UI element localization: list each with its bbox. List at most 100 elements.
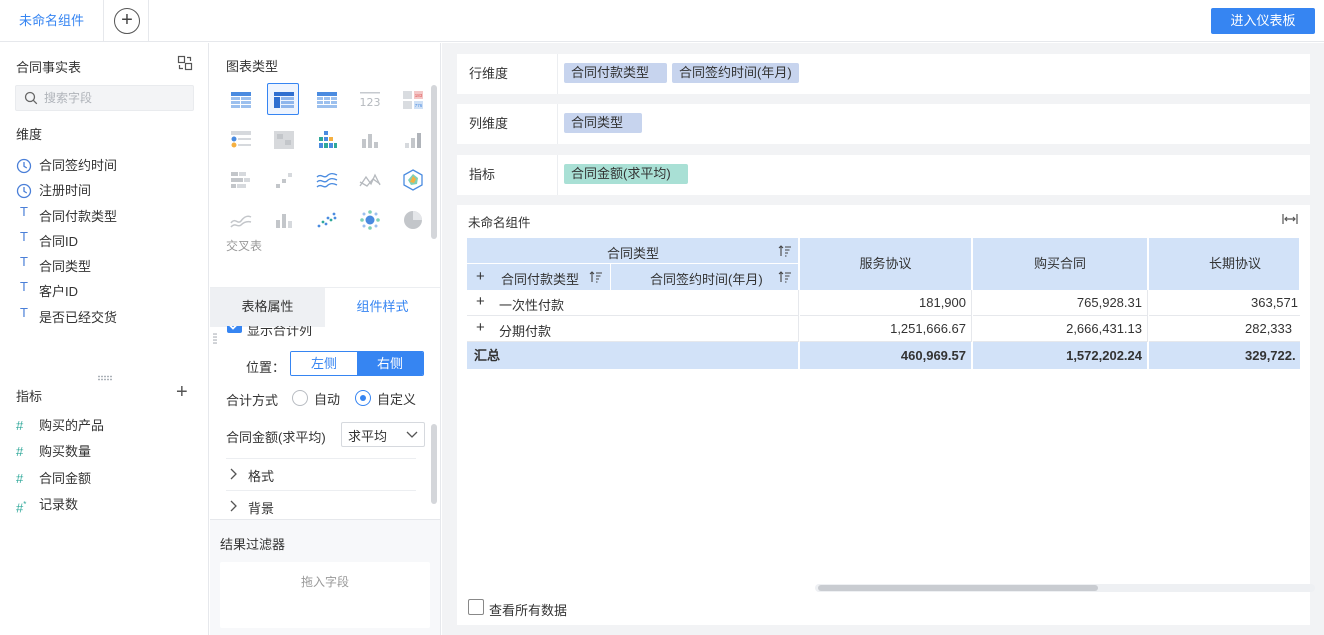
result-filter-area: 结果过滤器 拖入字段 [210, 519, 440, 635]
bubble-chart-icon[interactable] [353, 203, 385, 235]
expand-width-icon[interactable] [1282, 213, 1298, 225]
row-dimension-bar: 行维度 合同付款类型 合同签约时间(年月) [457, 54, 1310, 94]
metric-label: 购买数量 [39, 444, 92, 460]
calc-custom-radio[interactable] [355, 390, 371, 406]
dimension-item[interactable]: T 合同ID [16, 229, 201, 254]
dimension-item[interactable]: T 合同付款类型 [16, 204, 201, 229]
column-dimension-pill[interactable]: 合同类型 [564, 113, 642, 133]
column-chart-icon[interactable] [267, 203, 299, 235]
metric-item[interactable]: # 购买的产品 [16, 413, 201, 439]
table-cell: 765,928.31 [973, 290, 1148, 316]
table-cell: 181,900 [800, 290, 972, 316]
enter-dashboard-button[interactable]: 进入仪表板 [1211, 8, 1315, 34]
record-count-icon: #* [16, 499, 27, 516]
calc-auto-radio[interactable] [292, 390, 308, 406]
add-tab-button[interactable]: + [114, 8, 140, 34]
metric-pill[interactable]: 合同金额(求平均) [564, 164, 688, 184]
background-section[interactable]: 背景 [226, 490, 416, 519]
radar-chart-icon[interactable] [396, 163, 428, 195]
search-input[interactable] [44, 89, 189, 107]
dimension-item[interactable]: 注册时间 [16, 178, 201, 203]
table-horizontal-scrollbar[interactable] [815, 584, 1315, 592]
sort-icon[interactable] [589, 270, 603, 284]
show-total-column-checkbox[interactable] [227, 326, 242, 333]
colored-kpi-icon[interactable]: 183 776 [396, 83, 428, 115]
see-all-data-checkbox[interactable] [468, 599, 484, 615]
svg-text:123: 123 [360, 96, 381, 109]
dimension-item[interactable]: 合同签约时间 [16, 153, 201, 178]
row-header-payment-type[interactable]: + 合同付款类型 [467, 264, 611, 290]
resize-handle-icon[interactable] [97, 375, 113, 381]
cross-table: 合同类型 + 合同付款类型 合同签约时间(年月) 服务协议 购买合同 长期协议 … [467, 238, 1300, 371]
tab-component-style[interactable]: 组件样式 [325, 288, 440, 327]
tab-table-attributes[interactable]: 表格属性 [210, 288, 325, 327]
position-left-button[interactable]: 左侧 [291, 352, 357, 375]
chart-type-title: 图表类型 [226, 59, 279, 74]
bar-chart-icon[interactable] [353, 123, 385, 155]
column-dimension-header[interactable]: 合同类型 [467, 238, 799, 264]
total-cell: 460,969.57 [800, 342, 972, 369]
tab-unnamed-component[interactable]: 未命名组件 [0, 0, 104, 42]
table-row-header[interactable]: + 一次性付款 [467, 290, 799, 316]
row-header-sign-month[interactable]: 合同签约时间(年月) [611, 264, 799, 290]
scatter-bar-icon[interactable] [267, 163, 299, 195]
scatter-plot-icon[interactable] [310, 203, 342, 235]
clock-icon [16, 158, 32, 174]
dimension-section-title: 维度 [16, 127, 43, 142]
heatmap-icon[interactable] [267, 123, 299, 155]
metric-label: 记录数 [39, 496, 79, 512]
detail-table-icon[interactable] [224, 83, 256, 115]
dimension-label: 合同付款类型 [39, 208, 118, 224]
pie-chart-icon[interactable] [396, 203, 428, 235]
amount-calc-select[interactable]: 求平均 [341, 422, 425, 447]
dot-matrix-icon[interactable] [224, 123, 256, 155]
expand-row-button[interactable]: + [476, 319, 485, 336]
expand-all-button[interactable]: + [476, 268, 485, 285]
tab-divider [148, 0, 149, 42]
area-line-icon[interactable] [310, 163, 342, 195]
metric-label: 购买的产品 [39, 418, 105, 433]
gradient-bar-icon[interactable] [396, 123, 428, 155]
stream-chart-icon[interactable] [224, 203, 256, 235]
format-section[interactable]: 格式 [226, 458, 416, 488]
table-cell: 363,571 [1149, 290, 1300, 316]
table-row-header[interactable]: + 分期付款 [467, 316, 799, 342]
cross-table-icon[interactable] [267, 83, 299, 115]
row-dimension-label: 行维度 [469, 66, 509, 81]
metric-item[interactable]: # 购买数量 [16, 439, 201, 465]
metric-section-title: 指标 [16, 389, 43, 404]
style-properties-scrollbar[interactable] [431, 424, 437, 504]
stacked-bar-icon[interactable] [224, 163, 256, 195]
sort-icon[interactable] [778, 244, 792, 258]
dimension-item[interactable]: T 是否已经交货 [16, 305, 201, 330]
grouped-table-icon[interactable] [310, 83, 342, 115]
position-label: 位置： [246, 360, 286, 375]
expand-row-button[interactable]: + [476, 293, 485, 310]
filter-drop-zone[interactable]: 拖入字段 [220, 562, 430, 628]
dimension-item[interactable]: T 客户ID [16, 279, 201, 304]
scrollbar-thumb[interactable] [818, 585, 1098, 591]
table-cell: 1,251,666.67 [800, 316, 972, 342]
dimension-label: 是否已经交货 [39, 309, 118, 325]
row-header-sign-month-text: 合同签约时间(年月) [650, 272, 763, 287]
position-toggle: 左侧 右侧 [290, 351, 424, 376]
field-search[interactable] [15, 85, 194, 111]
chart-type-scrollbar[interactable] [431, 85, 437, 239]
row-dimension-pill[interactable]: 合同签约时间(年月) [672, 63, 799, 83]
switch-dataset-icon[interactable] [177, 55, 193, 71]
multi-bar-icon[interactable] [310, 123, 342, 155]
position-right-button[interactable]: 右侧 [357, 352, 423, 375]
metric-item[interactable]: #* 记录数 [16, 492, 201, 518]
chevron-right-icon [230, 500, 237, 512]
add-metric-button[interactable]: + [176, 382, 188, 402]
sort-icon[interactable] [778, 270, 792, 284]
kpi-number-icon[interactable]: 123 [353, 83, 385, 115]
dimension-item[interactable]: T 合同类型 [16, 254, 201, 279]
metric-item[interactable]: # 合同金额 [16, 466, 201, 492]
line-chart-icon[interactable] [353, 163, 385, 195]
row-dimension-pill[interactable]: 合同付款类型 [564, 63, 667, 83]
see-all-data-label: 查看所有数据 [489, 603, 568, 618]
metric-bar: 指标 合同金额(求平均) [457, 155, 1310, 195]
row-label: 一次性付款 [499, 298, 565, 313]
drag-handle-icon[interactable] [213, 332, 217, 346]
